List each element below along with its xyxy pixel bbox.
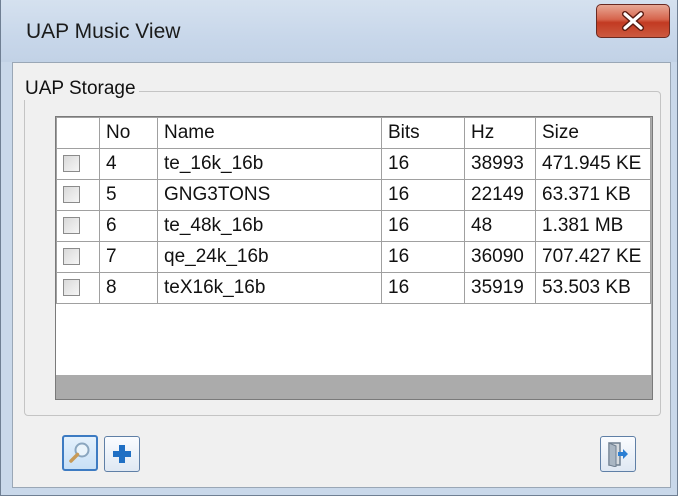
row-select-cell [56, 148, 100, 180]
cell-bits: 16 [381, 148, 465, 180]
music-table: No Name Bits Hz Size 4 te_16k_16b 16 389… [56, 117, 651, 375]
storage-group-label: UAP Storage [22, 78, 139, 100]
cell-no: 5 [99, 179, 158, 211]
row-select-cell [56, 210, 100, 242]
table-empty-space [57, 304, 651, 375]
row-checkbox[interactable] [63, 155, 80, 173]
cell-no: 7 [99, 241, 158, 273]
music-view-window: UAP Music View UAP Storage No Name Bits … [0, 0, 678, 496]
music-file-grid[interactable]: No Name Bits Hz Size 4 te_16k_16b 16 389… [55, 116, 653, 400]
table-row-empty [57, 304, 651, 375]
plus-icon [113, 445, 131, 463]
table-row[interactable]: 8 teX16k_16b 16 35919 53.503 KB [56, 272, 651, 304]
column-header-select[interactable] [56, 117, 100, 149]
cell-size: 471.945 KE [535, 148, 651, 180]
row-checkbox[interactable] [63, 186, 80, 204]
cell-size: 63.371 KB [535, 179, 651, 211]
cell-no: 6 [99, 210, 158, 242]
row-checkbox[interactable] [63, 248, 80, 266]
cell-hz: 38993 [464, 148, 536, 180]
column-header-bits[interactable]: Bits [381, 117, 465, 149]
table-header-row: No Name Bits Hz Size [56, 117, 651, 149]
table-row[interactable]: 7 qe_24k_16b 16 36090 707.427 KE [56, 241, 651, 273]
add-button[interactable] [104, 436, 140, 472]
cell-name: qe_24k_16b [157, 241, 382, 273]
cell-size: 707.427 KE [535, 241, 651, 273]
table-row[interactable]: 6 te_48k_16b 16 48 1.381 MB [56, 210, 651, 242]
cell-bits: 16 [381, 179, 465, 211]
cell-hz: 22149 [464, 179, 536, 211]
row-checkbox[interactable] [63, 279, 80, 297]
search-button[interactable] [62, 435, 98, 471]
cell-hz: 36090 [464, 241, 536, 273]
cell-name: teX16k_16b [157, 272, 382, 304]
window-title: UAP Music View [26, 20, 181, 43]
column-header-hz[interactable]: Hz [464, 117, 536, 149]
row-select-cell [56, 272, 100, 304]
column-header-size[interactable]: Size [535, 117, 651, 149]
close-icon [622, 11, 644, 31]
row-select-cell [56, 179, 100, 211]
exit-door-icon [608, 442, 628, 467]
cell-bits: 16 [381, 272, 465, 304]
close-button[interactable] [596, 4, 670, 38]
table-row[interactable]: 5 GNG3TONS 16 22149 63.371 KB [56, 179, 651, 211]
cell-no: 8 [99, 272, 158, 304]
row-select-cell [56, 241, 100, 273]
title-bar[interactable]: UAP Music View [1, 0, 677, 62]
cell-hz: 35919 [464, 272, 536, 304]
exit-button[interactable] [600, 436, 636, 472]
cell-size: 53.503 KB [535, 272, 651, 304]
cell-bits: 16 [381, 210, 465, 242]
cell-hz: 48 [464, 210, 536, 242]
magnifier-icon [69, 442, 90, 463]
table-row[interactable]: 4 te_16k_16b 16 38993 471.945 KE [56, 148, 651, 180]
column-header-name[interactable]: Name [157, 117, 382, 149]
client-area: UAP Storage No Name Bits Hz Size 4 te_16… [12, 62, 671, 488]
cell-bits: 16 [381, 241, 465, 273]
cell-no: 4 [99, 148, 158, 180]
row-checkbox[interactable] [63, 217, 80, 235]
cell-size: 1.381 MB [535, 210, 651, 242]
cell-name: te_48k_16b [157, 210, 382, 242]
column-header-no[interactable]: No [99, 117, 158, 149]
cell-name: GNG3TONS [157, 179, 382, 211]
cell-name: te_16k_16b [157, 148, 382, 180]
